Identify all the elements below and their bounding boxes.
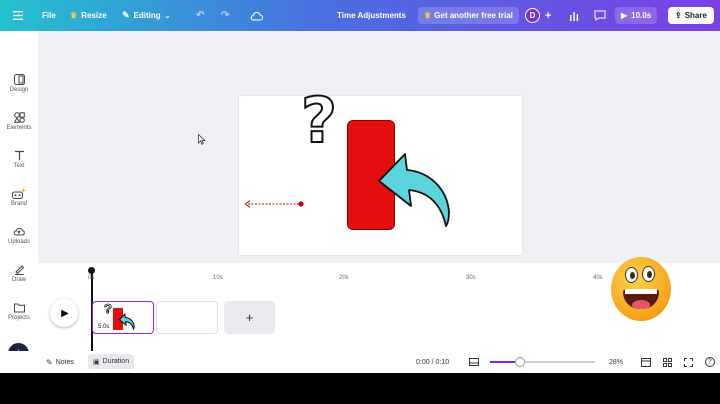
grid-icon	[663, 357, 672, 367]
zoom-slider-thumb[interactable]	[515, 357, 525, 367]
grid-view-button[interactable]	[663, 351, 672, 373]
top-bar: File ♛ Resize ✎ Editing ⌄ ↶ ↷ Time Adjus…	[0, 0, 720, 31]
add-collaborator-button[interactable]: +	[545, 0, 551, 31]
emoji-right-eye	[642, 266, 655, 282]
comment-icon	[594, 10, 606, 21]
ruler-label: 20s	[339, 275, 349, 281]
pages-view-button[interactable]	[641, 351, 651, 373]
playback-time: 0:00 / 0:10	[416, 358, 450, 366]
ruler-label: 10s	[213, 275, 223, 281]
redo-button[interactable]: ↷	[221, 0, 229, 31]
pages-icon	[641, 357, 651, 367]
text-icon	[14, 150, 24, 160]
emoji-left-eye	[625, 267, 638, 283]
fullscreen-icon	[684, 357, 693, 367]
smiling-emoji-sticker	[611, 257, 671, 321]
curved-arrow-graphic[interactable]	[377, 146, 453, 228]
brand-icon	[12, 188, 26, 199]
timeline-play-button[interactable]: ▶	[50, 299, 78, 327]
undo-button[interactable]: ↶	[196, 0, 204, 31]
curved-arrow-graphic	[119, 312, 135, 330]
document-title[interactable]: Time Adjustments	[337, 0, 406, 31]
emoji-mouth	[623, 289, 659, 309]
sidebar-item-uploads[interactable]: Uploads	[0, 226, 38, 245]
sidebar: Design Elements Text Brand Uploads Draw …	[0, 31, 38, 373]
cloud-check-icon	[250, 11, 263, 20]
sidebar-item-text[interactable]: Text	[0, 150, 38, 169]
fullscreen-button[interactable]	[684, 351, 693, 373]
duration-button[interactable]: ▣ Duration	[88, 354, 135, 369]
sidebar-item-draw[interactable]: Draw	[0, 264, 38, 283]
resize-button[interactable]: ♛ Resize	[70, 0, 107, 31]
ruler-label: 40s	[593, 275, 603, 281]
help-icon: ?	[705, 357, 715, 367]
uploads-icon	[13, 227, 25, 236]
play-icon: ▶	[61, 307, 69, 319]
page-clip-2[interactable]	[156, 301, 218, 334]
comments-button[interactable]	[594, 0, 606, 31]
draw-icon	[14, 265, 24, 275]
chevron-down-icon: ⌄	[164, 12, 171, 20]
add-page-button[interactable]: +	[224, 301, 275, 334]
present-button[interactable]: ▶ 10.0s	[615, 0, 658, 31]
bar-chart-icon	[570, 11, 579, 21]
crown-icon: ♛	[70, 11, 78, 20]
projects-icon	[13, 303, 25, 313]
menu-button[interactable]	[13, 0, 23, 31]
pencil-icon: ✎	[122, 10, 130, 20]
share-button[interactable]: ⇪ Share	[668, 0, 714, 31]
help-button[interactable]: ?	[705, 351, 715, 373]
sidebar-item-elements[interactable]: Elements	[0, 112, 38, 131]
zoom-slider[interactable]	[490, 357, 595, 367]
page-view-icon	[469, 358, 479, 366]
redo-icon: ↷	[221, 10, 230, 21]
share-icon: ⇪	[675, 11, 682, 20]
ruler-label: 30s	[466, 275, 476, 281]
notes-icon: ✎	[46, 357, 53, 367]
question-mark-graphic: ?	[104, 301, 113, 316]
notes-button[interactable]: ✎ Notes	[46, 351, 74, 373]
zoom-level[interactable]: 28%	[609, 351, 623, 373]
page-view-button[interactable]	[469, 351, 479, 373]
sidebar-item-projects[interactable]: Projects	[0, 302, 38, 321]
motion-path-line[interactable]	[244, 199, 306, 209]
bottom-bar: ✎ Notes ▣ Duration 0:00 / 0:10 28% ?	[0, 351, 720, 373]
clip-duration-label: 5.0s	[98, 324, 110, 330]
sidebar-item-brand[interactable]: Brand	[0, 188, 38, 207]
canvas-page[interactable]: ?	[239, 89, 522, 255]
insights-button[interactable]	[569, 0, 579, 31]
undo-icon: ↶	[196, 10, 205, 21]
editor-workspace: Design Elements Text Brand Uploads Draw …	[0, 31, 720, 373]
cloud-save-status[interactable]	[250, 0, 263, 31]
crown-icon: ♛	[424, 11, 432, 20]
question-mark-graphic[interactable]: ?	[300, 89, 338, 153]
mouse-cursor-icon	[198, 134, 206, 145]
film-icon: ▣	[93, 358, 100, 366]
design-icon	[13, 74, 25, 85]
plus-icon: +	[545, 9, 552, 22]
play-icon: ▶	[621, 11, 628, 20]
user-avatar[interactable]: D	[525, 0, 540, 31]
ruler-label: 0s	[88, 275, 95, 281]
page-clip-1[interactable]: ? 5.0s	[92, 301, 154, 334]
elements-icon	[13, 112, 25, 123]
free-trial-button[interactable]: ♛ Get another free trial	[418, 0, 519, 31]
file-menu[interactable]: File	[42, 0, 56, 31]
editing-mode-button[interactable]: ✎ Editing ⌄	[122, 0, 171, 31]
hamburger-icon	[13, 11, 23, 20]
sidebar-item-design[interactable]: Design	[0, 74, 38, 93]
